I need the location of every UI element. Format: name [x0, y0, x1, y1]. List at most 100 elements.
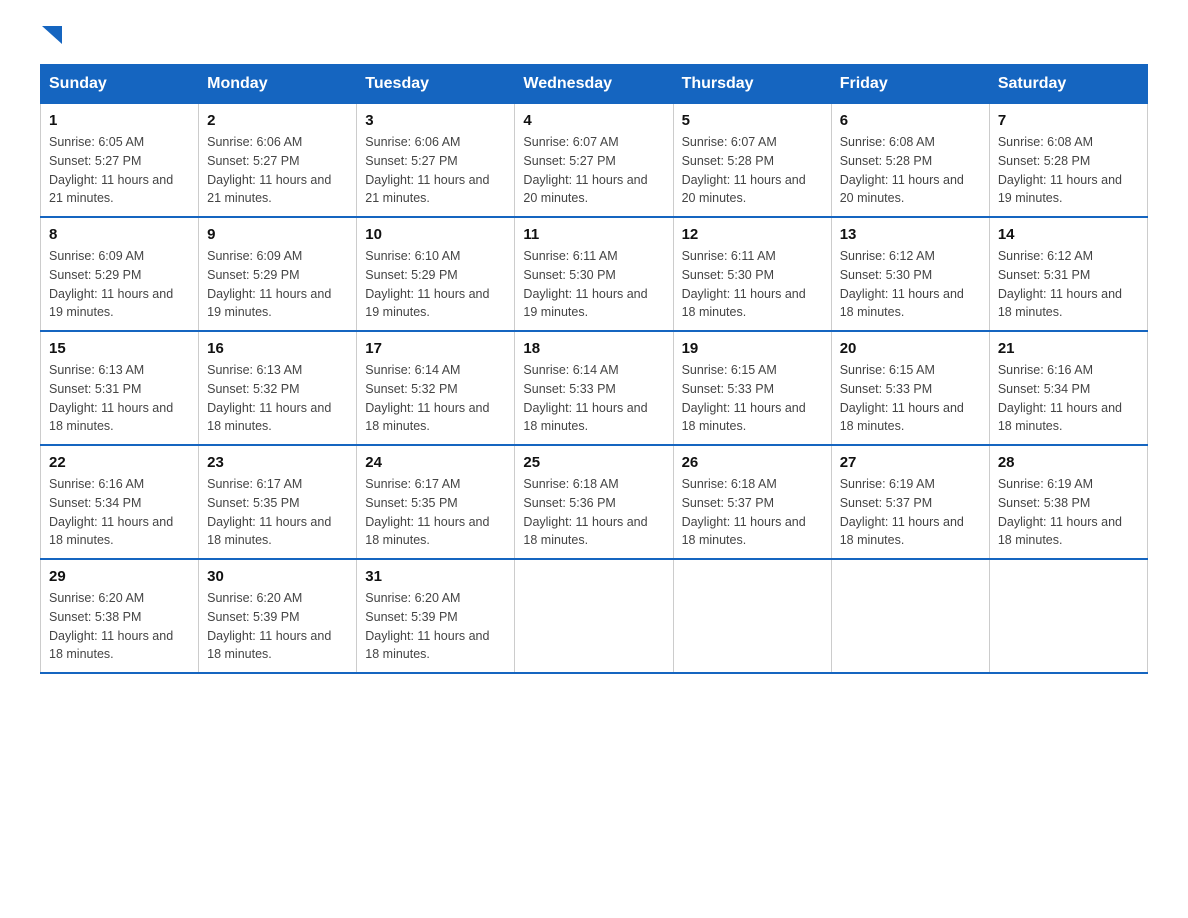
week-row-2: 8 Sunrise: 6:09 AM Sunset: 5:29 PM Dayli… — [41, 217, 1148, 331]
calendar-cell: 14 Sunrise: 6:12 AM Sunset: 5:31 PM Dayl… — [989, 217, 1147, 331]
day-info: Sunrise: 6:07 AM Sunset: 5:28 PM Dayligh… — [682, 133, 823, 208]
col-header-saturday: Saturday — [989, 65, 1147, 104]
day-number: 17 — [365, 340, 506, 357]
calendar-cell: 31 Sunrise: 6:20 AM Sunset: 5:39 PM Dayl… — [357, 559, 515, 673]
day-number: 13 — [840, 226, 981, 243]
day-info: Sunrise: 6:17 AM Sunset: 5:35 PM Dayligh… — [365, 475, 506, 550]
day-info: Sunrise: 6:05 AM Sunset: 5:27 PM Dayligh… — [49, 133, 190, 208]
day-info: Sunrise: 6:09 AM Sunset: 5:29 PM Dayligh… — [207, 247, 348, 322]
day-number: 20 — [840, 340, 981, 357]
day-number: 28 — [998, 454, 1139, 471]
calendar-cell: 3 Sunrise: 6:06 AM Sunset: 5:27 PM Dayli… — [357, 104, 515, 218]
day-number: 18 — [523, 340, 664, 357]
day-number: 31 — [365, 568, 506, 585]
calendar-cell: 20 Sunrise: 6:15 AM Sunset: 5:33 PM Dayl… — [831, 331, 989, 445]
week-row-4: 22 Sunrise: 6:16 AM Sunset: 5:34 PM Dayl… — [41, 445, 1148, 559]
day-info: Sunrise: 6:12 AM Sunset: 5:30 PM Dayligh… — [840, 247, 981, 322]
day-number: 21 — [998, 340, 1139, 357]
calendar-cell: 22 Sunrise: 6:16 AM Sunset: 5:34 PM Dayl… — [41, 445, 199, 559]
header-row: SundayMondayTuesdayWednesdayThursdayFrid… — [41, 65, 1148, 104]
calendar-cell: 7 Sunrise: 6:08 AM Sunset: 5:28 PM Dayli… — [989, 104, 1147, 218]
calendar-cell — [673, 559, 831, 673]
logo-arrow-icon — [42, 26, 62, 46]
day-info: Sunrise: 6:19 AM Sunset: 5:38 PM Dayligh… — [998, 475, 1139, 550]
day-number: 14 — [998, 226, 1139, 243]
calendar-cell: 8 Sunrise: 6:09 AM Sunset: 5:29 PM Dayli… — [41, 217, 199, 331]
calendar-cell: 15 Sunrise: 6:13 AM Sunset: 5:31 PM Dayl… — [41, 331, 199, 445]
day-info: Sunrise: 6:09 AM Sunset: 5:29 PM Dayligh… — [49, 247, 190, 322]
day-number: 4 — [523, 112, 664, 129]
calendar-cell: 2 Sunrise: 6:06 AM Sunset: 5:27 PM Dayli… — [199, 104, 357, 218]
day-info: Sunrise: 6:17 AM Sunset: 5:35 PM Dayligh… — [207, 475, 348, 550]
day-info: Sunrise: 6:16 AM Sunset: 5:34 PM Dayligh… — [49, 475, 190, 550]
day-number: 12 — [682, 226, 823, 243]
day-info: Sunrise: 6:16 AM Sunset: 5:34 PM Dayligh… — [998, 361, 1139, 436]
calendar-cell: 10 Sunrise: 6:10 AM Sunset: 5:29 PM Dayl… — [357, 217, 515, 331]
logo — [40, 30, 62, 44]
calendar-cell: 6 Sunrise: 6:08 AM Sunset: 5:28 PM Dayli… — [831, 104, 989, 218]
day-info: Sunrise: 6:06 AM Sunset: 5:27 PM Dayligh… — [207, 133, 348, 208]
calendar-cell — [989, 559, 1147, 673]
calendar-cell: 16 Sunrise: 6:13 AM Sunset: 5:32 PM Dayl… — [199, 331, 357, 445]
day-info: Sunrise: 6:14 AM Sunset: 5:32 PM Dayligh… — [365, 361, 506, 436]
day-number: 24 — [365, 454, 506, 471]
col-header-thursday: Thursday — [673, 65, 831, 104]
calendar-body: 1 Sunrise: 6:05 AM Sunset: 5:27 PM Dayli… — [41, 104, 1148, 674]
day-number: 3 — [365, 112, 506, 129]
calendar-cell: 25 Sunrise: 6:18 AM Sunset: 5:36 PM Dayl… — [515, 445, 673, 559]
day-number: 29 — [49, 568, 190, 585]
calendar-cell: 1 Sunrise: 6:05 AM Sunset: 5:27 PM Dayli… — [41, 104, 199, 218]
day-number: 6 — [840, 112, 981, 129]
day-number: 25 — [523, 454, 664, 471]
week-row-3: 15 Sunrise: 6:13 AM Sunset: 5:31 PM Dayl… — [41, 331, 1148, 445]
day-info: Sunrise: 6:20 AM Sunset: 5:38 PM Dayligh… — [49, 589, 190, 664]
day-number: 8 — [49, 226, 190, 243]
col-header-sunday: Sunday — [41, 65, 199, 104]
day-number: 11 — [523, 226, 664, 243]
calendar-cell: 23 Sunrise: 6:17 AM Sunset: 5:35 PM Dayl… — [199, 445, 357, 559]
calendar-cell: 27 Sunrise: 6:19 AM Sunset: 5:37 PM Dayl… — [831, 445, 989, 559]
calendar-cell: 26 Sunrise: 6:18 AM Sunset: 5:37 PM Dayl… — [673, 445, 831, 559]
day-info: Sunrise: 6:15 AM Sunset: 5:33 PM Dayligh… — [840, 361, 981, 436]
calendar-cell: 21 Sunrise: 6:16 AM Sunset: 5:34 PM Dayl… — [989, 331, 1147, 445]
day-info: Sunrise: 6:07 AM Sunset: 5:27 PM Dayligh… — [523, 133, 664, 208]
day-number: 19 — [682, 340, 823, 357]
day-number: 10 — [365, 226, 506, 243]
day-info: Sunrise: 6:13 AM Sunset: 5:32 PM Dayligh… — [207, 361, 348, 436]
day-info: Sunrise: 6:15 AM Sunset: 5:33 PM Dayligh… — [682, 361, 823, 436]
day-info: Sunrise: 6:11 AM Sunset: 5:30 PM Dayligh… — [682, 247, 823, 322]
day-info: Sunrise: 6:19 AM Sunset: 5:37 PM Dayligh… — [840, 475, 981, 550]
day-number: 9 — [207, 226, 348, 243]
day-number: 22 — [49, 454, 190, 471]
day-number: 27 — [840, 454, 981, 471]
calendar-cell: 29 Sunrise: 6:20 AM Sunset: 5:38 PM Dayl… — [41, 559, 199, 673]
day-info: Sunrise: 6:13 AM Sunset: 5:31 PM Dayligh… — [49, 361, 190, 436]
calendar-cell: 5 Sunrise: 6:07 AM Sunset: 5:28 PM Dayli… — [673, 104, 831, 218]
day-info: Sunrise: 6:12 AM Sunset: 5:31 PM Dayligh… — [998, 247, 1139, 322]
day-info: Sunrise: 6:06 AM Sunset: 5:27 PM Dayligh… — [365, 133, 506, 208]
week-row-5: 29 Sunrise: 6:20 AM Sunset: 5:38 PM Dayl… — [41, 559, 1148, 673]
calendar-cell: 28 Sunrise: 6:19 AM Sunset: 5:38 PM Dayl… — [989, 445, 1147, 559]
day-info: Sunrise: 6:10 AM Sunset: 5:29 PM Dayligh… — [365, 247, 506, 322]
calendar-cell: 17 Sunrise: 6:14 AM Sunset: 5:32 PM Dayl… — [357, 331, 515, 445]
calendar-cell: 4 Sunrise: 6:07 AM Sunset: 5:27 PM Dayli… — [515, 104, 673, 218]
calendar-cell: 18 Sunrise: 6:14 AM Sunset: 5:33 PM Dayl… — [515, 331, 673, 445]
day-info: Sunrise: 6:18 AM Sunset: 5:36 PM Dayligh… — [523, 475, 664, 550]
day-info: Sunrise: 6:20 AM Sunset: 5:39 PM Dayligh… — [207, 589, 348, 664]
day-number: 26 — [682, 454, 823, 471]
day-info: Sunrise: 6:20 AM Sunset: 5:39 PM Dayligh… — [365, 589, 506, 664]
day-info: Sunrise: 6:18 AM Sunset: 5:37 PM Dayligh… — [682, 475, 823, 550]
day-number: 7 — [998, 112, 1139, 129]
day-number: 30 — [207, 568, 348, 585]
day-number: 23 — [207, 454, 348, 471]
day-number: 15 — [49, 340, 190, 357]
calendar-cell: 12 Sunrise: 6:11 AM Sunset: 5:30 PM Dayl… — [673, 217, 831, 331]
calendar-header: SundayMondayTuesdayWednesdayThursdayFrid… — [41, 65, 1148, 104]
week-row-1: 1 Sunrise: 6:05 AM Sunset: 5:27 PM Dayli… — [41, 104, 1148, 218]
calendar-cell: 24 Sunrise: 6:17 AM Sunset: 5:35 PM Dayl… — [357, 445, 515, 559]
calendar-cell: 19 Sunrise: 6:15 AM Sunset: 5:33 PM Dayl… — [673, 331, 831, 445]
day-number: 5 — [682, 112, 823, 129]
col-header-wednesday: Wednesday — [515, 65, 673, 104]
day-info: Sunrise: 6:14 AM Sunset: 5:33 PM Dayligh… — [523, 361, 664, 436]
day-info: Sunrise: 6:11 AM Sunset: 5:30 PM Dayligh… — [523, 247, 664, 322]
